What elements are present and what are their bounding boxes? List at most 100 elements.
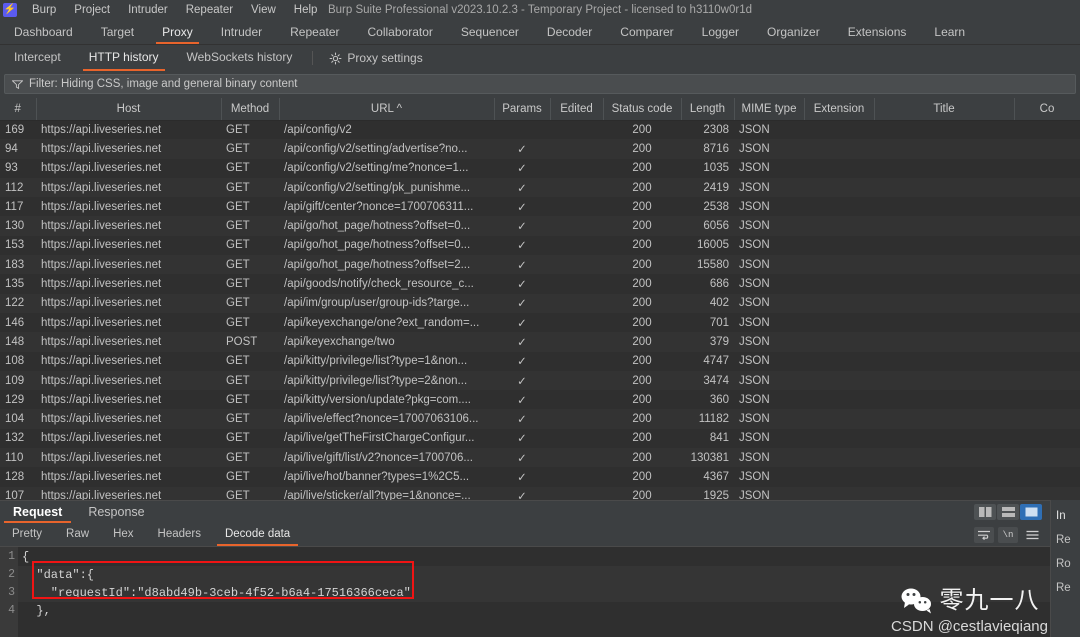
tab-extensions[interactable]: Extensions — [834, 20, 921, 44]
tab-response[interactable]: Response — [75, 501, 157, 523]
tab-request[interactable]: Request — [0, 501, 75, 523]
table-row[interactable]: 135 https://api.liveseries.net GET/api/goo… — [0, 274, 1080, 294]
cell-extension — [804, 428, 874, 449]
side-by-side-layout-icon[interactable] — [974, 504, 996, 520]
tab-target[interactable]: Target — [87, 20, 148, 44]
col-number[interactable]: # — [0, 98, 37, 121]
tab-comparer[interactable]: Comparer — [606, 20, 687, 44]
proxy-settings-button[interactable]: Proxy settings — [319, 45, 432, 71]
table-row[interactable]: 107 https://api.liveseries.net GET/api/liv… — [0, 486, 1080, 500]
code-content[interactable]: { "data":{ "requestId":"d8abd49b-3ceb-4f… — [18, 547, 1050, 637]
cell-extension — [804, 158, 874, 178]
cell-host: https://api.liveseries.net — [36, 235, 221, 256]
http-history-table-container[interactable]: # Host Method URL ^ Params Edited Status… — [0, 98, 1080, 500]
table-row[interactable]: 183 https://api.liveseries.net GET/api/go/… — [0, 255, 1080, 275]
view-tab-hex[interactable]: Hex — [101, 523, 145, 546]
subtab-websockets-history[interactable]: WebSockets history — [173, 45, 307, 71]
single-pane-layout-icon[interactable] — [1020, 504, 1042, 520]
more-options-icon[interactable] — [1022, 527, 1042, 543]
subtab-http-history[interactable]: HTTP history — [75, 45, 173, 71]
table-row[interactable]: 112 https://api.liveseries.net GET/api/con… — [0, 177, 1080, 198]
table-row[interactable]: 130 https://api.liveseries.net GET/api/go/… — [0, 216, 1080, 236]
tab-proxy[interactable]: Proxy — [148, 20, 207, 44]
col-method[interactable]: Method — [221, 98, 280, 121]
col-comment[interactable]: Co — [1014, 98, 1080, 121]
cell-url: /api/go/hot_page/hotness?offset=0... — [279, 235, 494, 256]
cell-method: GET — [221, 177, 279, 198]
view-tab-raw[interactable]: Raw — [54, 523, 101, 546]
table-row[interactable]: 146 https://api.liveseries.net GET/api/key… — [0, 312, 1080, 333]
col-url[interactable]: URL ^ — [279, 98, 495, 121]
show-newlines-icon[interactable]: \n — [998, 526, 1018, 543]
cell-mime-type: JSON — [734, 351, 804, 371]
view-tab-headers[interactable]: Headers — [146, 523, 213, 546]
cell-comment — [1014, 235, 1080, 256]
col-title[interactable]: Title — [874, 98, 1015, 121]
table-row[interactable]: 117 https://api.liveseries.net GET/api/gif… — [0, 197, 1080, 217]
menu-burp[interactable]: Burp — [23, 0, 65, 20]
table-row[interactable]: 148 https://api.liveseries.net POST/api/ke… — [0, 332, 1080, 352]
gear-icon — [329, 52, 342, 64]
cell-edited — [550, 255, 603, 275]
menu-view[interactable]: View — [242, 0, 285, 20]
tab-dashboard[interactable]: Dashboard — [0, 20, 87, 44]
code-line: "requestId":"d8abd49b-3ceb-4f52-b6a4-175… — [18, 584, 1050, 602]
cell-mime-type: JSON — [734, 274, 804, 294]
menu-project[interactable]: Project — [65, 0, 119, 20]
table-row[interactable]: 109 https://api.liveseries.net GET/api/kit… — [0, 370, 1080, 391]
col-extension[interactable]: Extension — [804, 98, 875, 121]
table-row[interactable]: 128 https://api.liveseries.net GET/api/liv… — [0, 467, 1080, 487]
tab-collaborator[interactable]: Collaborator — [354, 20, 447, 44]
table-row[interactable]: 108 https://api.liveseries.net GET/api/kit… — [0, 351, 1080, 371]
col-length[interactable]: Length — [681, 98, 735, 121]
col-status-code[interactable]: Status code — [603, 98, 682, 121]
tab-learn[interactable]: Learn — [920, 20, 979, 44]
cell-status-code: 200 — [603, 448, 681, 468]
table-row[interactable]: 110 https://api.liveseries.net GET/api/liv… — [0, 448, 1080, 468]
tab-sequencer[interactable]: Sequencer — [447, 20, 533, 44]
cell-title — [874, 390, 1014, 410]
stacked-layout-icon[interactable] — [997, 504, 1019, 520]
view-tab-decode-data[interactable]: Decode data — [213, 523, 302, 546]
cell-url: /api/config/v2/setting/pk_punishme... — [279, 177, 494, 198]
table-row[interactable]: 129 https://api.liveseries.net GET/api/kit… — [0, 390, 1080, 410]
filter-bar[interactable]: Filter: Hiding CSS, image and general bi… — [4, 74, 1076, 94]
table-row[interactable]: 104 https://api.liveseries.net GET/api/liv… — [0, 409, 1080, 429]
table-row[interactable]: 169 https://api.liveseries.net GET/api/con… — [0, 120, 1080, 140]
menu-intruder[interactable]: Intruder — [119, 0, 177, 20]
cell-url: /api/config/v2/setting/me?nonce=1... — [279, 158, 494, 178]
cell-number: 122 — [0, 293, 36, 313]
tab-repeater[interactable]: Repeater — [276, 20, 353, 44]
menu-help[interactable]: Help — [285, 0, 327, 20]
table-row[interactable]: 153 https://api.liveseries.net GET/api/go/… — [0, 235, 1080, 256]
code-editor[interactable]: 1 2 3 4 { "data":{ "requestId":"d8abd49b-3c… — [0, 547, 1050, 637]
rail-item-request-2[interactable]: Ro — [1051, 552, 1080, 576]
table-row[interactable]: 93 https://api.liveseries.net GET/api/conf… — [0, 158, 1080, 178]
cell-mime-type: JSON — [734, 486, 804, 500]
tab-organizer[interactable]: Organizer — [753, 20, 834, 44]
col-params[interactable]: Params — [494, 98, 551, 121]
subtab-intercept[interactable]: Intercept — [0, 45, 75, 71]
tab-logger[interactable]: Logger — [688, 20, 753, 44]
cell-edited — [550, 158, 603, 178]
tab-intruder[interactable]: Intruder — [207, 20, 276, 44]
col-mime-type[interactable]: MIME type — [734, 98, 805, 121]
col-edited[interactable]: Edited — [550, 98, 604, 121]
menu-repeater[interactable]: Repeater — [177, 0, 242, 20]
cell-edited — [550, 370, 603, 391]
rail-item-request-1[interactable]: Re — [1051, 528, 1080, 552]
col-host[interactable]: Host — [36, 98, 222, 121]
rail-item-request-3[interactable]: Re — [1051, 576, 1080, 600]
table-row[interactable]: 132 https://api.liveseries.net GET/api/liv… — [0, 428, 1080, 449]
cell-mime-type: JSON — [734, 370, 804, 391]
cell-extension — [804, 197, 874, 217]
cell-edited — [550, 312, 603, 333]
funnel-icon — [12, 79, 23, 89]
word-wrap-icon[interactable] — [974, 526, 994, 543]
table-row[interactable]: 94 https://api.liveseries.net GET/api/conf… — [0, 139, 1080, 159]
rail-item-inspector[interactable]: In — [1051, 504, 1080, 528]
cell-url: /api/kitty/privilege/list?type=2&non... — [279, 370, 494, 391]
tab-decoder[interactable]: Decoder — [533, 20, 606, 44]
view-tab-pretty[interactable]: Pretty — [0, 523, 54, 546]
table-row[interactable]: 122 https://api.liveseries.net GET/api/im/… — [0, 293, 1080, 313]
